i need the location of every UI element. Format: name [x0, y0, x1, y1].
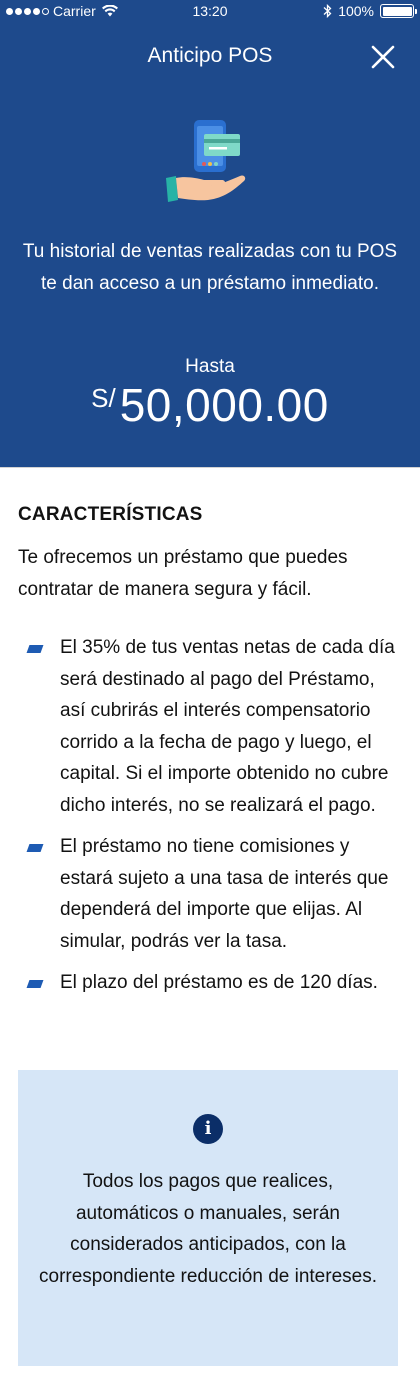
- list-item: El 35% de tus ventas netas de cada día s…: [24, 632, 404, 821]
- bullet-icon: [26, 980, 44, 988]
- info-text: Todos los pagos que realices, automático…: [39, 1171, 377, 1287]
- close-icon: [371, 45, 395, 69]
- max-amount: S/50,000.00: [0, 378, 420, 432]
- list-item: El préstamo no tiene comisiones y estará…: [24, 831, 404, 957]
- header: Carrier 13:20 100% Anticipo POS Tu histo…: [0, 0, 420, 467]
- intro-text: Tu historial de ventas realizadas con tu…: [22, 241, 398, 294]
- bullet-icon: [26, 645, 44, 653]
- list-item-text: El 35% de tus ventas netas de cada día s…: [60, 637, 395, 816]
- info-box: i Todos los pagos que realices, automáti…: [18, 1070, 398, 1366]
- divider: [0, 467, 420, 468]
- list-item-text: El préstamo no tiene comisiones y estará…: [60, 836, 389, 952]
- battery-percent: 100%: [338, 3, 374, 19]
- bluetooth-icon: [323, 4, 332, 18]
- hand-holding-phone-icon: [166, 120, 246, 202]
- bullet-icon: [26, 844, 44, 852]
- amount-value: 50,000.00: [119, 379, 329, 431]
- close-button[interactable]: [368, 42, 398, 72]
- battery-icon: [380, 4, 417, 18]
- currency-symbol: S/: [91, 383, 116, 413]
- section-description: Te ofrecemos un préstamo que puedes cont…: [18, 547, 348, 600]
- status-bar: Carrier 13:20 100%: [0, 0, 420, 24]
- section-title: CARACTERÍSTICAS: [18, 504, 203, 525]
- features-list: El 35% de tus ventas netas de cada día s…: [24, 632, 404, 1009]
- page-title: Anticipo POS: [147, 44, 273, 67]
- list-item: El plazo del préstamo es de 120 días.: [24, 967, 404, 999]
- amount-label: Hasta: [185, 356, 235, 377]
- info-icon: i: [193, 1114, 223, 1144]
- status-right: 100%: [323, 3, 417, 19]
- list-item-text: El plazo del préstamo es de 120 días.: [60, 972, 378, 993]
